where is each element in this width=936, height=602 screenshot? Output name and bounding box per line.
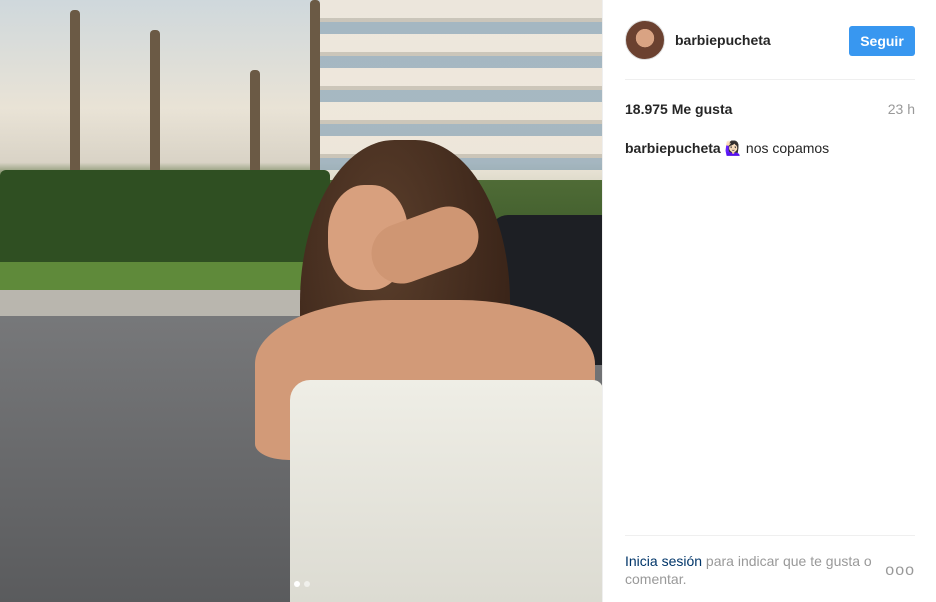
caption-text: 🙋🏻‍♀️ nos copamos <box>720 140 830 156</box>
login-link[interactable]: Inicia sesión <box>625 553 702 569</box>
post-footer: Inicia sesión para indicar que te gusta … <box>625 535 915 602</box>
post-photo[interactable] <box>0 0 603 602</box>
carousel-indicator <box>294 581 310 587</box>
carousel-dot <box>304 581 310 587</box>
post-caption: barbiepucheta 🙋🏻‍♀️ nos copamos <box>625 139 915 157</box>
login-prompt: Inicia sesión para indicar que te gusta … <box>625 552 880 588</box>
white-dress <box>290 380 602 602</box>
likes-count[interactable]: 18.975 Me gusta <box>625 101 732 117</box>
palm-trunk <box>150 30 160 180</box>
likes-row: 18.975 Me gusta 23 h <box>625 101 915 117</box>
follow-button[interactable]: Seguir <box>849 26 915 56</box>
avatar[interactable] <box>625 20 665 60</box>
username-link[interactable]: barbiepucheta <box>675 32 771 48</box>
post-header: barbiepucheta Seguir <box>625 20 915 80</box>
carousel-dot-active <box>294 581 300 587</box>
post-time[interactable]: 23 h <box>888 101 915 117</box>
more-options-icon[interactable]: ooo <box>885 562 915 580</box>
sidewalk <box>0 290 340 316</box>
caption-username[interactable]: barbiepucheta <box>625 140 721 156</box>
lawn <box>0 262 330 292</box>
post-sidebar: barbiepucheta Seguir 18.975 Me gusta 23 … <box>604 0 936 602</box>
